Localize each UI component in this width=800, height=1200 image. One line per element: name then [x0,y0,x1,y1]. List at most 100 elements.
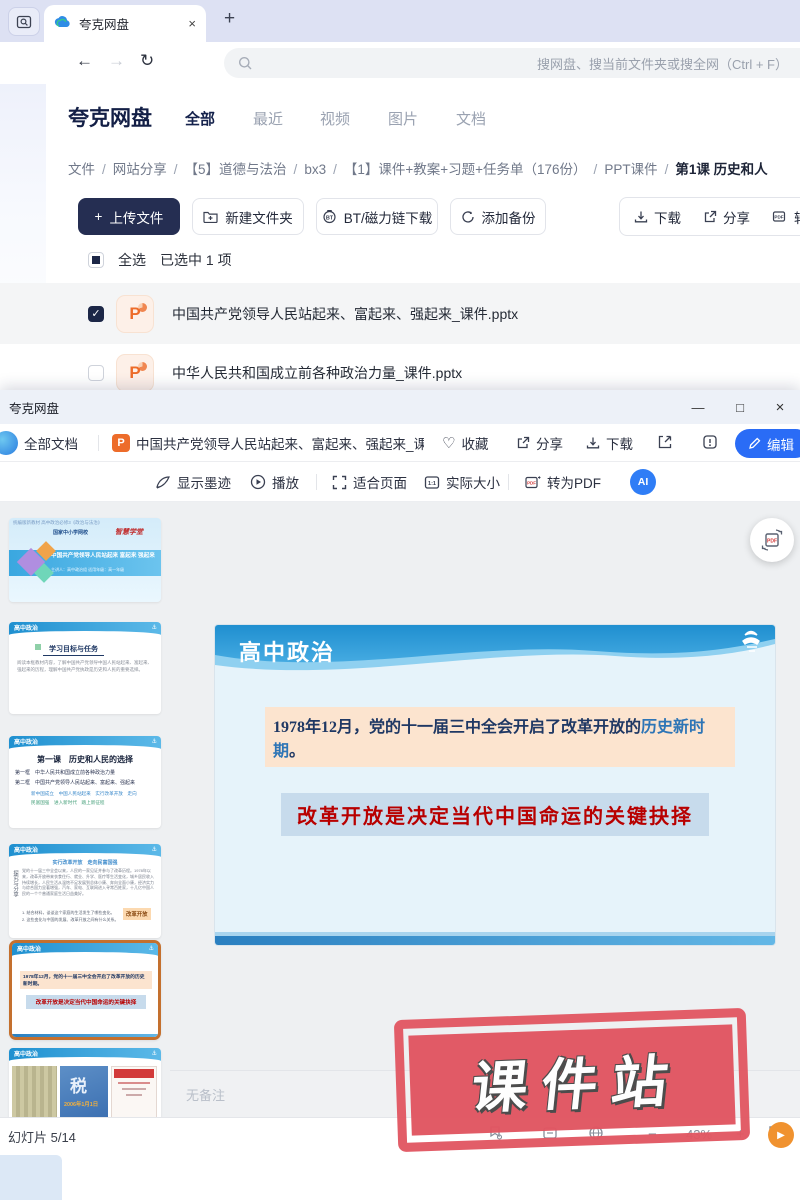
current-slide[interactable]: 高中政治 1978年12月，党的十一届三中全会开启了改革开放的历史新时期。 改革… [215,625,775,945]
report-icon [702,434,718,450]
slide-thumbnail-2[interactable]: 高中政治 ⚓ 学习目标与任务 阅读本框教材内容，了解中国共产党领导中国人民站起来… [9,622,161,714]
file-name[interactable]: 中国共产党领导人民站起来、富起来、强起来_课件.pptx [172,304,518,324]
tab-doc[interactable]: 文档 [456,108,486,129]
thumb3-tags2: 民富国强 进入新时代 踏上新征程 [31,800,153,806]
quark-docs-logo[interactable] [0,431,18,455]
browser-tab[interactable]: 夸克网盘 × [44,5,206,42]
ai-assistant-button[interactable]: AI [630,469,656,495]
slide-thumbnail-3[interactable]: 高中政治 ⚓ 第一课 历史和人民的选择 第一框 中华人民共和国成立前各种政治力量… [9,736,161,828]
download-label: 下载 [654,207,681,227]
all-docs-button[interactable]: 全部文档 [24,433,78,453]
bottom-left-panel-fragment [0,1155,62,1200]
new-folder-button[interactable]: 新建文件夹 [192,198,304,235]
bt-download-button[interactable]: BT BT/磁力链下载 [316,198,438,235]
tab-video[interactable]: 视频 [320,108,350,129]
tab-all[interactable]: 全部 [185,108,215,129]
breadcrumb-item[interactable]: 网站分享 [113,162,167,177]
close-button[interactable]: × [760,390,800,424]
back-icon[interactable]: ← [76,51,93,71]
breadcrumb-item[interactable]: 文件 [68,162,95,177]
refresh-icon[interactable]: ↻ [140,51,154,71]
selected-count: 已选中 1 项 [160,250,232,270]
thumb-header-label: 高中政治 [14,623,38,632]
new-folder-label: 新建文件夹 [225,207,293,227]
breadcrumb-sep: / [333,162,337,177]
select-all-label[interactable]: 全选 [118,250,146,270]
tab-image[interactable]: 图片 [388,108,418,129]
thumb6-image-banknotes [12,1066,57,1117]
fit-page-label: 适合页面 [353,472,407,492]
row-checkbox-checked[interactable]: ✓ [88,306,104,322]
breadcrumb-item[interactable]: bx3 [304,162,326,177]
browser-sidebar-button[interactable] [8,7,40,36]
favorite-button[interactable]: ♡ 收藏 [442,433,488,453]
minimize-button[interactable]: — [678,390,718,424]
report-button[interactable] [702,434,718,450]
preview-bottom-area [0,1152,800,1200]
slide-thumbnail-5-selected[interactable]: 高中政治 ⚓ 1978年12月，党的十一届三中全会开启了改革开放的历史新时期。 … [9,940,161,1040]
show-ink-label: 显示墨迹 [177,472,231,492]
tab-title: 夸克网盘 [79,14,188,33]
preview-download-button[interactable]: 下载 [586,433,633,453]
thumb2-title: 学习目标与任务 [43,644,104,656]
thumb3-tags1: 新中国成立 中国人民站起来 实行改革开放 走向 [31,791,153,797]
share-button[interactable]: 分享 [703,207,750,227]
save-to-drive-button[interactable] [657,434,673,450]
search-placeholder: 搜网盘、搜当前文件夹或搜全网（Ctrl + F） [537,54,788,73]
all-docs-label: 全部文档 [24,433,78,453]
preview-window-title: 夸克网盘 [9,398,59,417]
thumb-header-label: 高中政治 [17,944,41,953]
convert-pdf-button[interactable]: PDF 转为PDF [772,207,800,227]
share-label: 分享 [723,207,750,227]
play-button[interactable]: 播放 [250,472,299,492]
actual-size-button[interactable]: 1:1 实际大小 [424,472,500,492]
forward-icon[interactable]: → [108,51,125,71]
tab-close-icon[interactable]: × [188,16,196,31]
slide-thumbnail-6[interactable]: 高中政治 ⚓ 税 2006年1月1日 [9,1048,161,1117]
thumb2-bullet [35,644,41,650]
thumb1-note: 统编版新教材 高中政治必修3《政治与法治》 [13,520,102,527]
new-tab-button[interactable]: + [224,8,235,30]
edit-button[interactable]: 编辑 [735,429,800,458]
breadcrumb-item[interactable]: 【1】课件+教案+习题+任务单（176份） [344,162,587,177]
thumb6-doc-line [118,1082,150,1084]
slideshow-play-button[interactable]: ▶ [768,1122,794,1148]
tab-recent[interactable]: 最近 [253,108,283,129]
preview-filename: 中国共产党领导人民站起来、富起来、强起来_课件.pptx [136,433,424,453]
thumb-logo-icon: ⚓ [152,738,157,745]
svg-text:1:1: 1:1 [428,481,436,487]
share-label: 分享 [536,433,563,453]
file-row-selected[interactable]: ✓ P 中国共产党领导人民站起来、富起来、强起来_课件.pptx [0,283,800,344]
thumb-header: 高中政治 ⚓ [9,622,161,635]
slide-text-line1: 1978年12月，党的十一届三中全会开启了改革开放的历史新时期。 [265,707,735,767]
add-backup-button[interactable]: 添加备份 [450,198,546,235]
thumb5-line1: 1978年12月，党的十一届三中全会开启了改革开放的历史新时期。 [20,971,152,989]
sync-icon [461,210,475,224]
preview-share-button[interactable]: 分享 [516,433,563,453]
maximize-button[interactable]: □ [720,390,760,424]
thumb6-doc-line [126,1094,142,1096]
thumb6-image-document [111,1066,157,1117]
watermark-stamp: 课件站 [394,1008,750,1152]
thumb6-doc-line [122,1088,146,1090]
to-pdf-button[interactable]: PDF 转为PDF [524,472,601,492]
thumb6-doc-header [114,1069,154,1078]
row-checkbox[interactable] [88,365,104,381]
file-name[interactable]: 中华人民共和国成立前各种政治力量_课件.pptx [172,363,462,383]
slide-thumbnail-4[interactable]: 高中政治 ⚓ 实行改革开放 走向民富国强 探究与分享 党的十一届三中全会以来，人… [9,844,161,938]
thumb6-tax-date: 2006年1月1日 [64,1100,98,1108]
fit-page-button[interactable]: 适合页面 [332,472,407,492]
select-all-checkbox[interactable] [88,252,104,268]
show-ink-button[interactable]: 显示墨迹 [155,472,231,492]
document-title: P 中国共产党领导人民站起来、富起来、强起来_课件.pptx [112,433,424,453]
floating-convert-pdf-button[interactable]: PDF [750,518,794,562]
download-button[interactable]: 下载 [634,207,681,227]
breadcrumb-sep: / [294,162,298,177]
breadcrumb-item[interactable]: PPT课件 [604,162,657,177]
pptx-file-icon: P [116,295,154,333]
upload-button[interactable]: + 上传文件 [78,198,180,235]
search-input[interactable]: 搜网盘、搜当前文件夹或搜全网（Ctrl + F） [224,48,800,78]
breadcrumb-item[interactable]: 【5】道德与法治 [185,162,287,177]
slide-thumbnail-1[interactable]: 统编版新教材 高中政治必修3《政治与法治》 国家中小学网校 智慧学堂 中国共产党… [9,518,161,602]
play-label: 播放 [272,472,299,492]
